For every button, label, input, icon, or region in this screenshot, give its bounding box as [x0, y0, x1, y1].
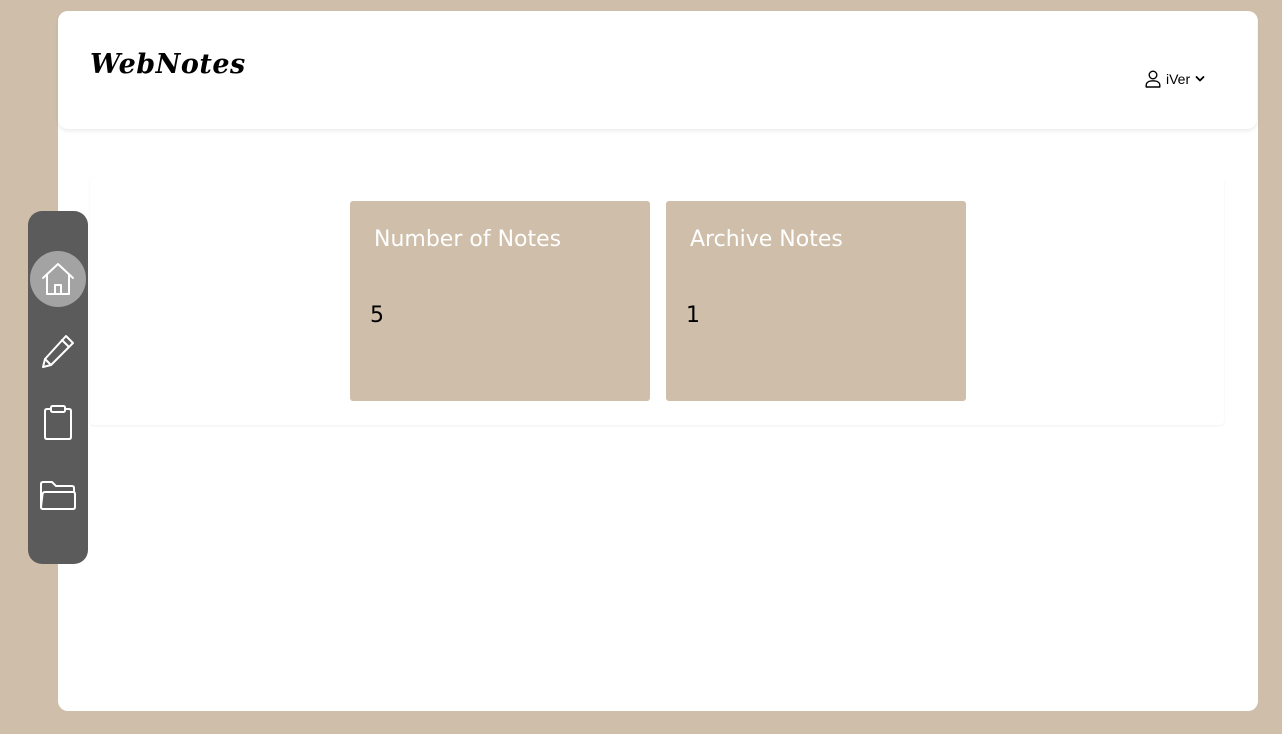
- sidebar-item-notes[interactable]: [30, 395, 86, 451]
- dashboard-panel: [90, 177, 1224, 425]
- user-icon: [1145, 70, 1161, 88]
- stat-card-title: Archive Notes: [690, 227, 843, 252]
- sidebar-item-home[interactable]: [30, 251, 86, 307]
- sidebar-nav: [28, 211, 88, 564]
- folder-icon: [39, 479, 77, 511]
- sidebar-item-edit[interactable]: [30, 323, 86, 379]
- stat-card-value: 5: [370, 303, 384, 328]
- clipboard-icon: [42, 404, 74, 442]
- stat-card-archive-notes: Archive Notes 1: [666, 201, 966, 401]
- user-name: iVer: [1166, 71, 1191, 87]
- pencil-icon: [39, 332, 77, 370]
- brand-logo[interactable]: WebNotes: [90, 51, 246, 78]
- stat-card-value: 1: [686, 303, 700, 328]
- stat-card-number-of-notes: Number of Notes 5: [350, 201, 650, 401]
- top-header: WebNotes iVer: [58, 11, 1257, 129]
- home-icon: [40, 261, 76, 297]
- stat-card-title: Number of Notes: [374, 227, 562, 252]
- user-menu[interactable]: iVer: [1145, 68, 1205, 90]
- main-window: WebNotes iVer Number of Notes 5 Archive …: [58, 11, 1258, 711]
- chevron-down-icon: [1195, 75, 1205, 83]
- sidebar-item-archive[interactable]: [30, 467, 86, 523]
